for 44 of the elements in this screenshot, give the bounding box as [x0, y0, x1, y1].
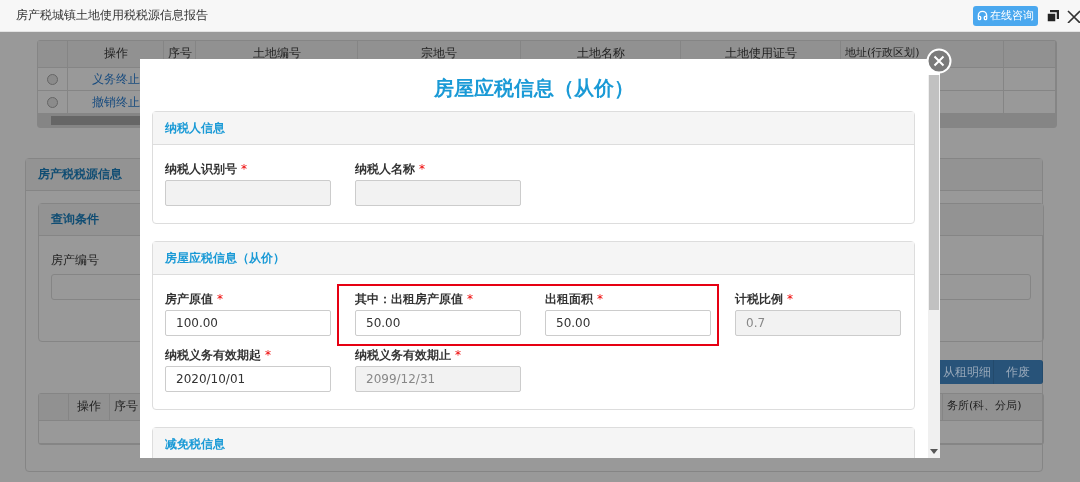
- dialog-title: 房屋应税信息（从价）: [432, 75, 635, 102]
- action-link[interactable]: 撤销终止: [91, 93, 140, 111]
- required-mark: *: [467, 292, 473, 306]
- input-field[interactable]: 50.00: [545, 310, 711, 336]
- panel-title: 减免税信息: [165, 437, 225, 451]
- action-link[interactable]: 义务终止: [91, 70, 140, 88]
- panel-title: 房屋应税信息（从价）: [165, 251, 285, 265]
- consult-button[interactable]: 在线咨询: [973, 5, 1038, 26]
- section-title: 房产税税源信息: [38, 166, 122, 183]
- close-icon[interactable]: [1066, 8, 1080, 23]
- field-label: 纳税人识别号: [165, 162, 237, 176]
- restore-icon[interactable]: [1046, 8, 1060, 23]
- input-field[interactable]: 2020/10/01: [165, 366, 331, 392]
- input-field[interactable]: 100.00: [165, 310, 331, 336]
- vertical-scrollbar[interactable]: [928, 75, 940, 458]
- column-header: 操作: [68, 41, 164, 68]
- field-label: 纳税人名称: [355, 162, 415, 176]
- radio-button[interactable]: [47, 96, 58, 108]
- field-label: 出租面积: [545, 292, 593, 306]
- required-mark: *: [265, 348, 271, 362]
- field-label: 房产编号: [51, 252, 99, 269]
- column-header: 序号: [110, 394, 142, 421]
- headset-icon: [977, 10, 988, 21]
- column-header: 操作: [69, 394, 110, 421]
- field-label: 纳税义务有效期起: [165, 348, 261, 362]
- required-mark: *: [455, 348, 461, 362]
- window-title: 房产税城镇土地使用税税源信息报告: [16, 7, 209, 24]
- radio-button[interactable]: [47, 73, 58, 85]
- field-label: 计税比例: [735, 292, 783, 306]
- required-mark: *: [217, 292, 223, 306]
- section-title: 查询条件: [51, 211, 99, 228]
- required-mark: *: [419, 162, 425, 176]
- required-mark: *: [597, 292, 603, 306]
- required-mark: *: [241, 162, 247, 176]
- required-mark: *: [787, 292, 793, 306]
- column-header: 务所(科、分局): [943, 394, 1043, 421]
- panel-title: 纳税人信息: [165, 121, 225, 135]
- field-label: 其中：出租房产原值: [355, 292, 463, 306]
- action-button[interactable]: 作废: [994, 360, 1043, 384]
- field-label: 纳税义务有效期止: [355, 348, 451, 362]
- dialog-close-icon[interactable]: [926, 48, 952, 74]
- scroll-down-icon[interactable]: [930, 449, 938, 454]
- field-label: 房产原值: [165, 292, 213, 306]
- input-field[interactable]: 50.00: [355, 310, 521, 336]
